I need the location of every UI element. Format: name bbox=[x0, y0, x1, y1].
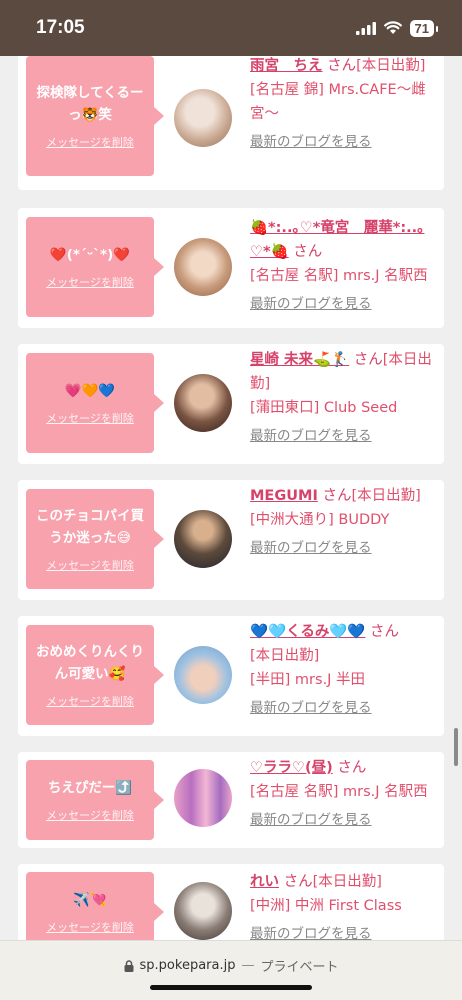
private-mode-label: プライベート bbox=[260, 960, 339, 975]
message-bubble: 💗🧡💙 メッセージを削除 bbox=[26, 353, 164, 453]
detail-line: [中洲] 中洲 First Class bbox=[250, 898, 402, 914]
status-time: 17:05 bbox=[36, 17, 85, 38]
message-card: 探検隊してくるーっ🐯笑 メッセージを削除 雨宮 ちえ さん[本日出勤] [名古屋… bbox=[18, 56, 444, 190]
detail-line: [本日出勤] bbox=[356, 58, 426, 74]
wifi-icon bbox=[383, 21, 402, 34]
delete-message-link[interactable]: メッセージを削除 bbox=[46, 274, 134, 290]
avatar[interactable] bbox=[174, 646, 232, 704]
avatar[interactable] bbox=[174, 510, 232, 568]
detail-line: [名古屋 名駅] mrs.J 名駅西 bbox=[250, 268, 428, 284]
detail-line: [蒲田東口] Club Seed bbox=[250, 400, 398, 416]
address-bar[interactable]: sp.pokepara.jp — プライベート bbox=[0, 956, 462, 975]
message-card: このチョコパイ買うか迷った😅 メッセージを削除 MEGUMI さん[本日出勤] … bbox=[18, 480, 444, 600]
detail-line: [名古屋 名駅] mrs.J 名駅西 bbox=[250, 784, 428, 800]
message-text: 💗🧡💙 bbox=[64, 383, 116, 399]
message-text: ❤️(*´ᵕ`*)❤️ bbox=[49, 247, 131, 263]
status-icons: 71 bbox=[355, 19, 439, 37]
detail-line: [中洲大通り] BUDDY bbox=[250, 512, 390, 528]
home-indicator[interactable] bbox=[150, 985, 312, 990]
avatar[interactable] bbox=[174, 769, 232, 827]
message-card: ちえぴだー⤴️ メッセージを削除 ♡ララ♡(昼) さん [名古屋 名駅] mrs… bbox=[18, 752, 444, 848]
message-text: このチョコパイ買うか迷った😅 bbox=[36, 508, 144, 546]
latest-blog-link[interactable]: 最新のブログを見る bbox=[250, 696, 372, 720]
delete-message-link[interactable]: メッセージを削除 bbox=[46, 807, 134, 823]
delete-message-link[interactable]: メッセージを削除 bbox=[46, 557, 134, 573]
lock-icon bbox=[124, 959, 134, 972]
signal-icon bbox=[355, 21, 376, 35]
avatar[interactable] bbox=[174, 89, 232, 147]
message-bubble: ✈️💘 メッセージを削除 bbox=[26, 872, 164, 940]
message-bubble: おめめくりんくりん可愛い🥰 メッセージを削除 bbox=[26, 625, 164, 725]
profile-info: 雨宮 ちえ さん[本日出勤] [名古屋 錦] Mrs.CAFE～雌宮～ 最新のブ… bbox=[250, 56, 438, 154]
message-text: ちえぴだー⤴️ bbox=[47, 780, 133, 796]
profile-name-link[interactable]: れい bbox=[250, 874, 279, 890]
profile-info: 💙🩵くるみ🩵💙 さん [本日出勤] [半田] mrs.J 半田 最新のブログを見… bbox=[250, 620, 438, 720]
profile-info: れい さん[本日出勤] [中洲] 中洲 First Class 最新のブログを見… bbox=[250, 870, 438, 940]
delete-message-link[interactable]: メッセージを削除 bbox=[46, 410, 134, 426]
detail-line: [名古屋 錦] Mrs.CAFE～雌宮～ bbox=[250, 82, 426, 122]
message-bubble: ちえぴだー⤴️ メッセージを削除 bbox=[26, 760, 164, 840]
latest-blog-link[interactable]: 最新のブログを見る bbox=[250, 922, 372, 940]
profile-info: 星崎 未来⛳️🏌️ さん[本日出勤] [蒲田東口] Club Seed 最新のブ… bbox=[250, 348, 438, 448]
detail-line: [本日出勤] bbox=[312, 874, 382, 890]
profile-name-link[interactable]: 雨宮 ちえ bbox=[250, 58, 323, 74]
avatar[interactable] bbox=[174, 882, 232, 940]
message-text: おめめくりんくりん可愛い🥰 bbox=[36, 644, 144, 682]
message-card: ❤️(*´ᵕ`*)❤️ メッセージを削除 🍓*:..｡♡*竜宮 麗華*:..｡♡… bbox=[18, 208, 444, 328]
message-card: 💗🧡💙 メッセージを削除 星崎 未来⛳️🏌️ さん[本日出勤] [蒲田東口] C… bbox=[18, 344, 444, 464]
honorific: さん bbox=[337, 760, 367, 776]
latest-blog-link[interactable]: 最新のブログを見る bbox=[250, 808, 372, 832]
honorific: さん bbox=[283, 874, 313, 890]
profile-name-link[interactable]: 💙🩵くるみ🩵💙 bbox=[250, 624, 365, 640]
detail-line: [本日出勤] bbox=[351, 488, 421, 504]
message-bubble: ❤️(*´ᵕ`*)❤️ メッセージを削除 bbox=[26, 217, 164, 317]
battery-indicator: 71 bbox=[409, 19, 439, 37]
message-card: ✈️💘 メッセージを削除 れい さん[本日出勤] [中洲] 中洲 First C… bbox=[18, 864, 444, 940]
profile-name-link[interactable]: ♡ララ♡(昼) bbox=[250, 760, 333, 776]
detail-line: [半田] mrs.J 半田 bbox=[250, 672, 366, 688]
message-card: おめめくりんくりん可愛い🥰 メッセージを削除 💙🩵くるみ🩵💙 さん [本日出勤]… bbox=[18, 616, 444, 736]
delete-message-link[interactable]: メッセージを削除 bbox=[46, 693, 134, 709]
avatar[interactable] bbox=[174, 238, 232, 296]
honorific: さん bbox=[353, 352, 383, 368]
delete-message-link[interactable]: メッセージを削除 bbox=[46, 134, 134, 150]
url-separator: — bbox=[241, 958, 255, 973]
browser-bottom-bar[interactable]: sp.pokepara.jp — プライベート bbox=[0, 940, 462, 1000]
profile-info: MEGUMI さん[本日出勤] [中洲大通り] BUDDY 最新のブログを見る bbox=[250, 484, 438, 560]
profile-name-link[interactable]: 星崎 未来⛳️🏌️ bbox=[250, 352, 349, 368]
status-bar: 17:05 71 bbox=[0, 0, 462, 56]
honorific: さん bbox=[327, 58, 357, 74]
profile-name-link[interactable]: 🍓*:..｡♡*竜宮 麗華*:..｡♡*🍓 bbox=[250, 220, 424, 260]
latest-blog-link[interactable]: 最新のブログを見る bbox=[250, 292, 372, 316]
message-text: ✈️💘 bbox=[73, 892, 107, 908]
profile-info: 🍓*:..｡♡*竜宮 麗華*:..｡♡*🍓 さん [名古屋 名駅] mrs.J … bbox=[250, 216, 438, 316]
latest-blog-link[interactable]: 最新のブログを見る bbox=[250, 130, 372, 154]
url-text: sp.pokepara.jp bbox=[139, 958, 236, 973]
honorific: さん bbox=[293, 244, 323, 260]
honorific: さん bbox=[322, 488, 352, 504]
profile-name-link[interactable]: MEGUMI bbox=[250, 488, 318, 504]
avatar[interactable] bbox=[174, 374, 232, 432]
detail-line: [本日出勤] bbox=[250, 648, 320, 664]
message-bubble: このチョコパイ買うか迷った😅 メッセージを削除 bbox=[26, 489, 164, 589]
delete-message-link[interactable]: メッセージを削除 bbox=[46, 919, 134, 935]
honorific: さん bbox=[370, 624, 400, 640]
profile-info: ♡ララ♡(昼) さん [名古屋 名駅] mrs.J 名駅西 最新のブログを見る bbox=[250, 756, 438, 832]
message-list[interactable]: 探検隊してくるーっ🐯笑 メッセージを削除 雨宮 ちえ さん[本日出勤] [名古屋… bbox=[0, 56, 462, 940]
scrollbar[interactable] bbox=[454, 728, 458, 766]
latest-blog-link[interactable]: 最新のブログを見る bbox=[250, 536, 372, 560]
message-text: 探検隊してくるーっ🐯笑 bbox=[36, 85, 144, 123]
latest-blog-link[interactable]: 最新のブログを見る bbox=[250, 424, 372, 448]
message-bubble: 探検隊してくるーっ🐯笑 メッセージを削除 bbox=[26, 56, 164, 176]
